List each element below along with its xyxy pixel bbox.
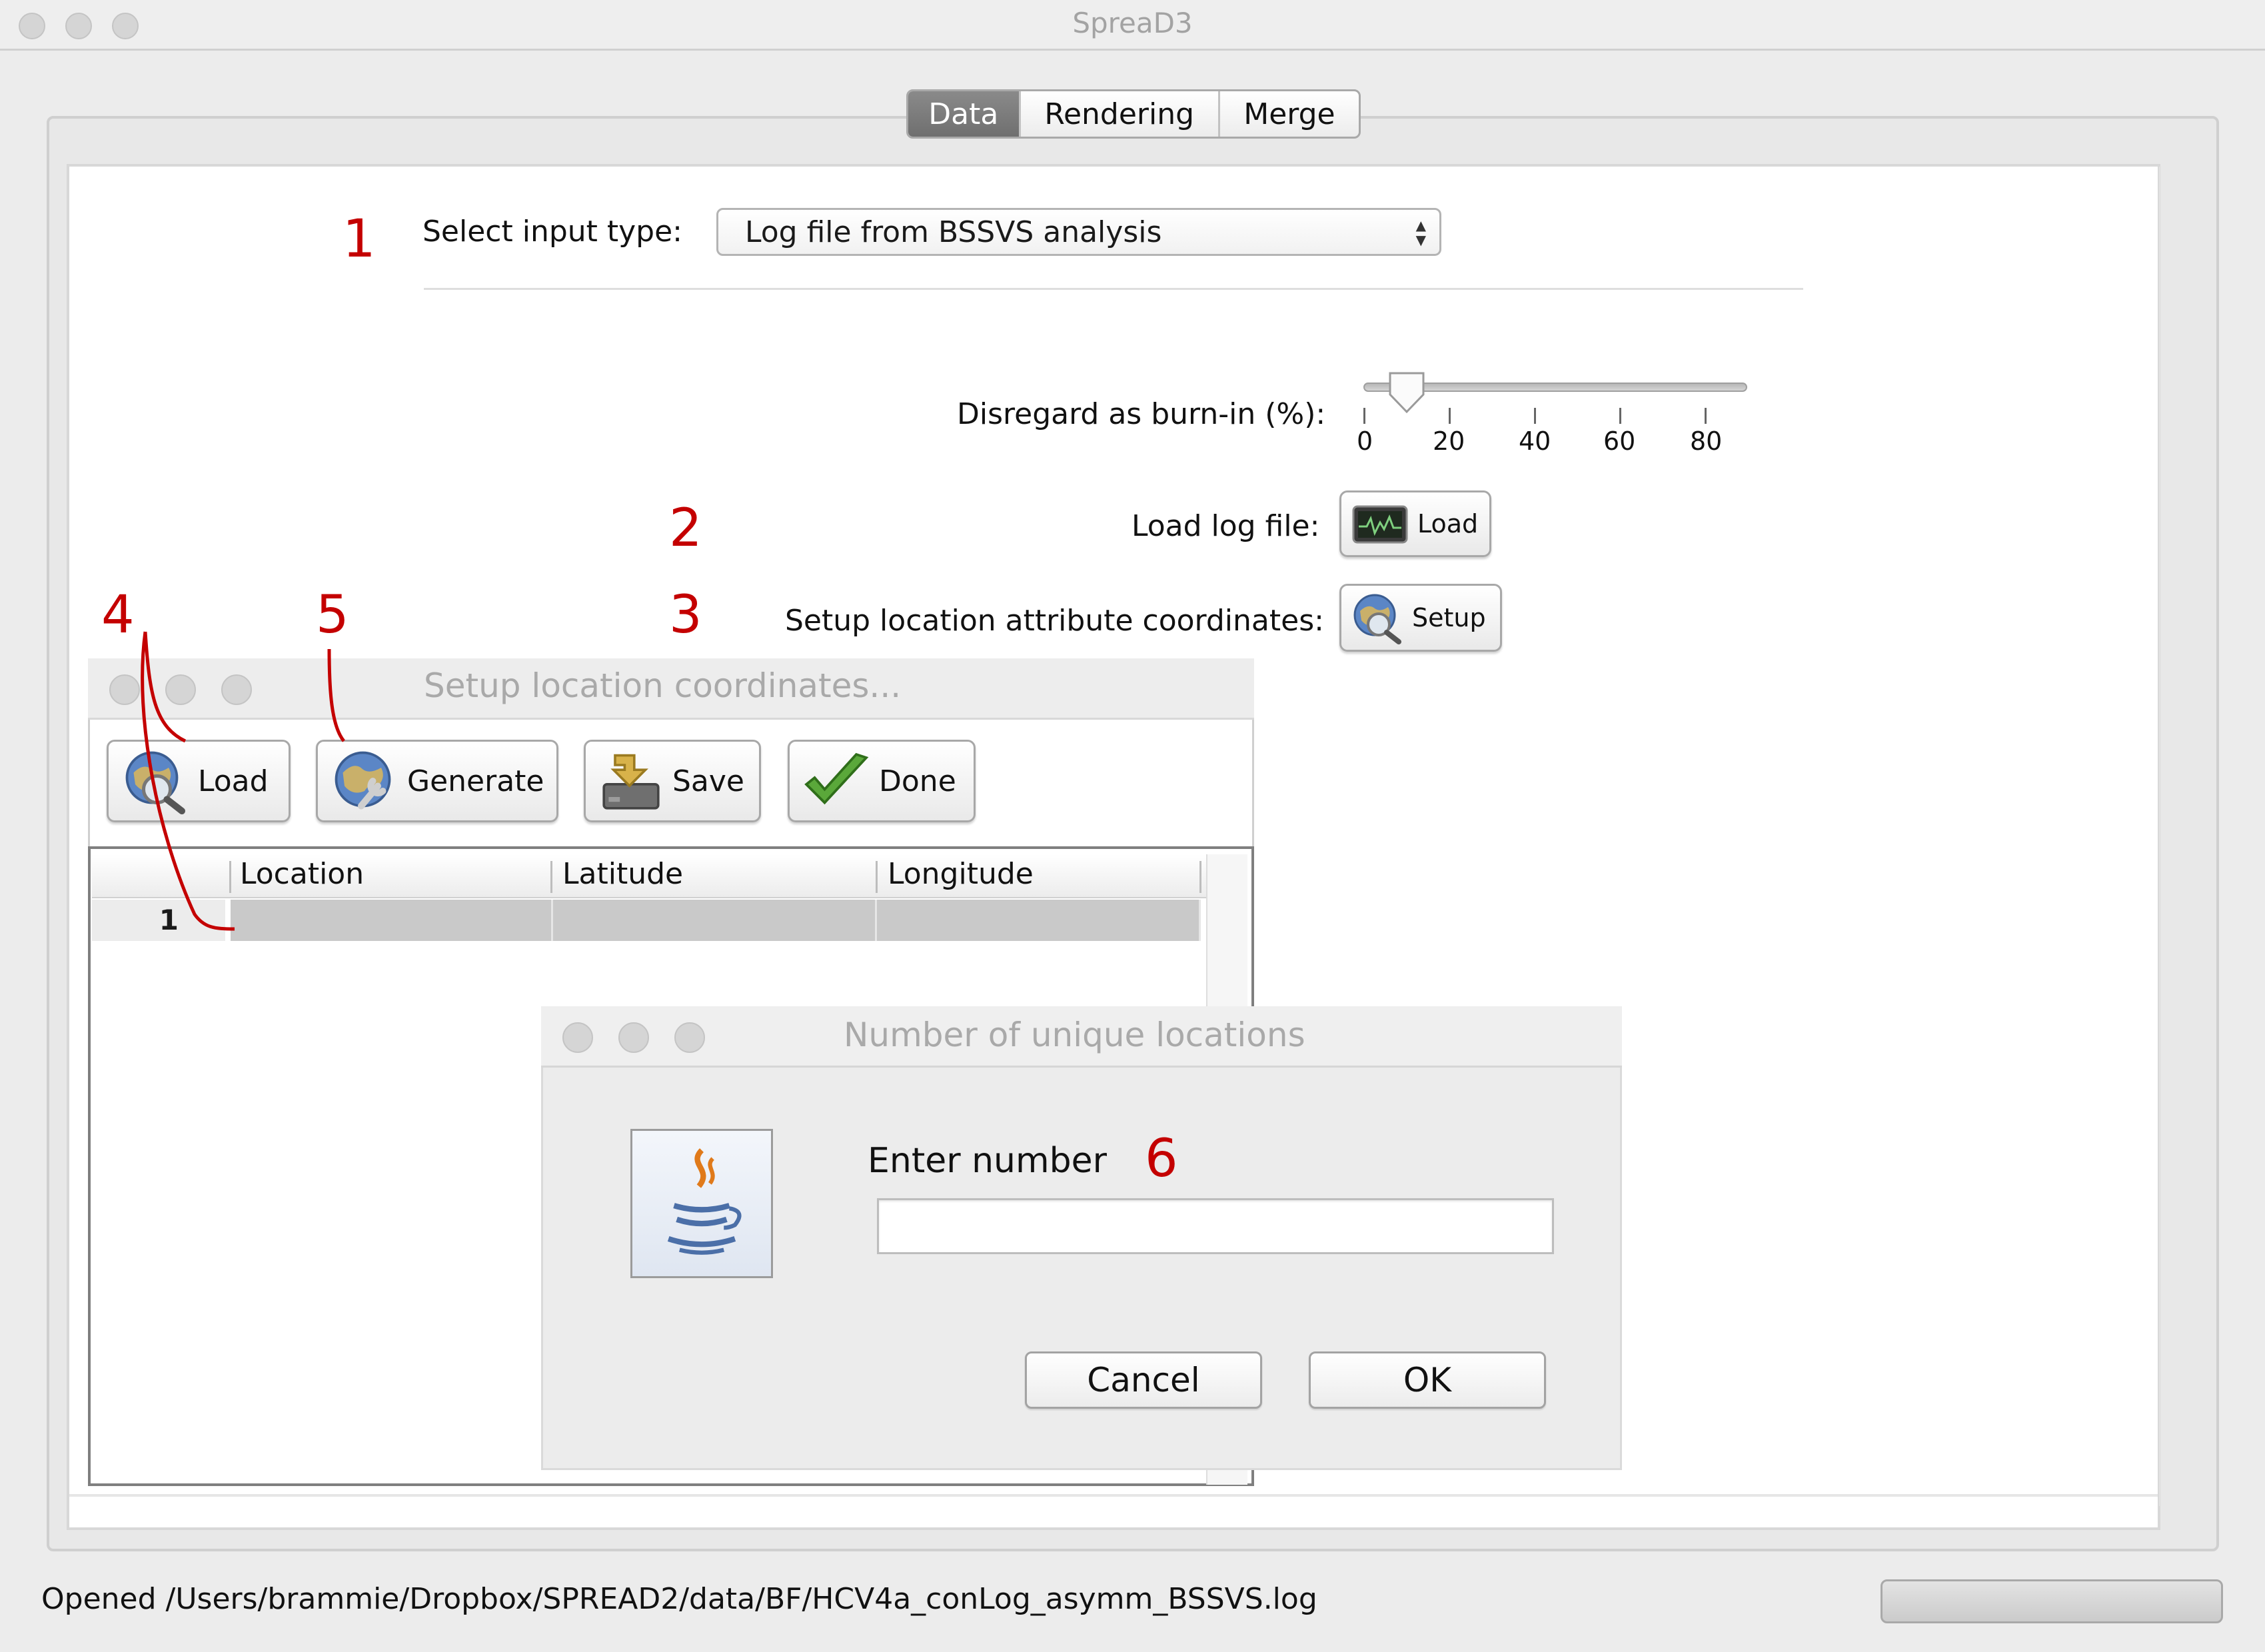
- enter-number-label: Enter number: [868, 1141, 1108, 1181]
- cancel-button[interactable]: Cancel: [1025, 1351, 1262, 1409]
- number-dialog-close-button[interactable]: [562, 1022, 593, 1053]
- ok-button[interactable]: OK: [1309, 1351, 1546, 1409]
- status-message: Opened /Users/brammie/Dropbox/SPREAD2/da…: [41, 1582, 1317, 1616]
- number-dialog-zoom-button[interactable]: [674, 1022, 705, 1053]
- progress-bar: [1881, 1579, 2223, 1623]
- annotation-6: 6: [1145, 1129, 1178, 1189]
- java-icon: [630, 1129, 773, 1278]
- number-dialog-minimize-button[interactable]: [618, 1022, 649, 1053]
- java-cup-icon: [667, 1148, 742, 1255]
- number-input[interactable]: [877, 1198, 1554, 1254]
- unique-locations-title: Number of unique locations: [844, 1016, 1305, 1054]
